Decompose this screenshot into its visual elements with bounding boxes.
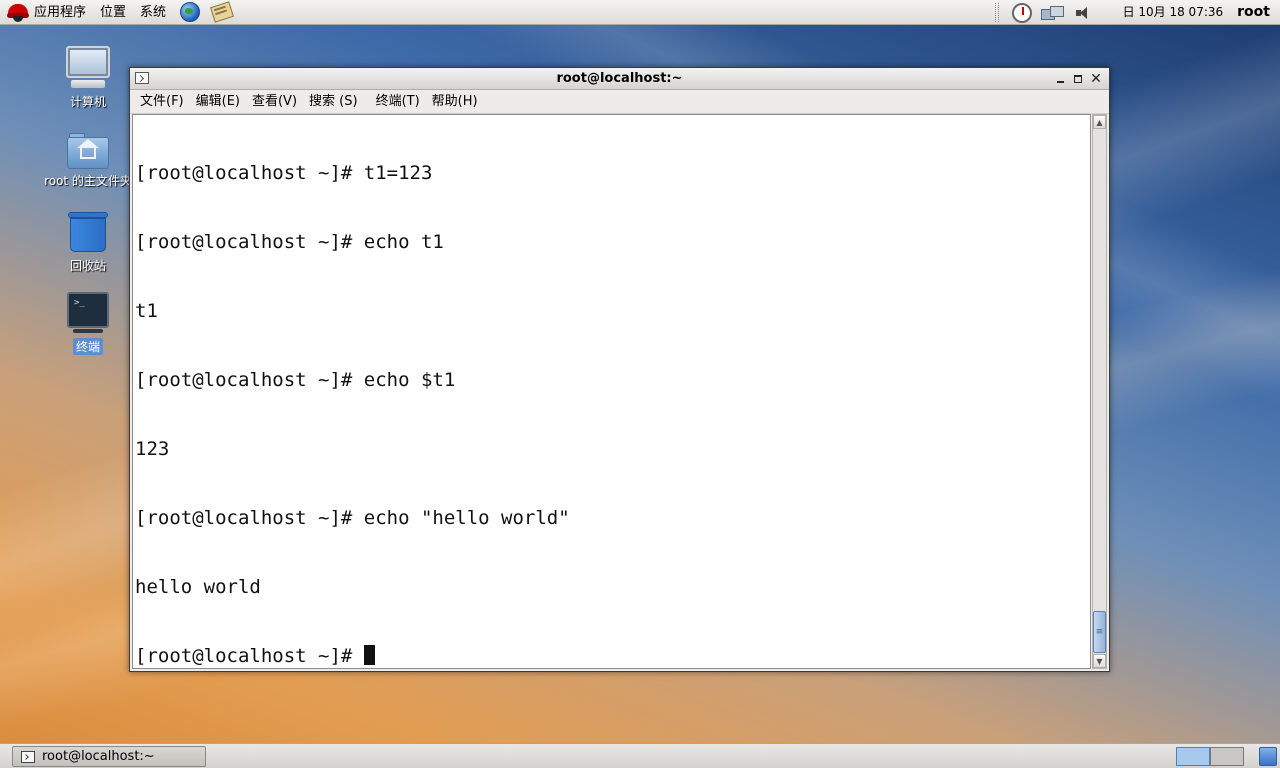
terminal-line: [root@localhost ~]# t1=123 (135, 162, 433, 184)
menu-help[interactable]: 帮助(H) (426, 90, 484, 114)
desktop-icon-terminal[interactable]: 终端 (40, 292, 136, 359)
terminal-icon (21, 750, 35, 763)
chevron-up-icon: ▲ (1096, 117, 1103, 127)
main-menu-group: 应用程序 位置 系统 (0, 0, 238, 25)
bottom-panel: root@localhost:~ (0, 743, 1280, 768)
system-tray: 日 10月 18 07:36 root (994, 0, 1280, 25)
menu-places[interactable]: 位置 (94, 0, 134, 25)
menu-system[interactable]: 系统 (134, 0, 174, 25)
minimize-button[interactable] (1051, 70, 1069, 88)
close-button[interactable]: ✕ (1087, 70, 1105, 88)
mail-launcher[interactable] (210, 1, 235, 23)
workspace-1[interactable] (1176, 747, 1210, 766)
close-icon: ✕ (1090, 71, 1102, 87)
terminal-output[interactable]: [root@localhost ~]# t1=123 [root@localho… (132, 114, 1091, 669)
home-folder-icon (67, 133, 109, 169)
redhat-logo-icon[interactable] (7, 1, 29, 23)
workspace-switcher (1176, 747, 1244, 766)
volume-control[interactable] (1071, 2, 1093, 24)
desktop-label-terminal: 终端 (72, 338, 103, 355)
menu-terminal[interactable]: 终端(T) (370, 90, 426, 114)
network-status[interactable] (1040, 2, 1064, 24)
maximize-icon (1074, 75, 1082, 83)
tray-drag-handle[interactable] (994, 3, 999, 22)
text-cursor (363, 645, 375, 665)
window-controls: ✕ (1051, 68, 1105, 90)
desktop-icon-home[interactable]: root 的主文件夹 (40, 133, 136, 189)
mail-icon (210, 1, 235, 23)
workspace-2[interactable] (1210, 747, 1244, 766)
desktop-label-home: root 的主文件夹 (44, 174, 132, 188)
minimize-icon (1056, 81, 1064, 83)
taskbar-window-button[interactable]: root@localhost:~ (12, 746, 206, 767)
top-panel: 应用程序 位置 系统 日 10月 18 07:36 root (0, 0, 1280, 25)
terminal-line: [root@localhost ~]# echo "hello world" (135, 507, 570, 529)
trash-icon (68, 212, 108, 254)
grip-icon: ≡ (1095, 627, 1104, 637)
scroll-up-button[interactable]: ▲ (1093, 115, 1106, 129)
menu-view[interactable]: 查看(V) (246, 90, 303, 114)
terminal-icon (67, 292, 109, 333)
menu-applications[interactable]: 应用程序 (29, 0, 94, 25)
desktop-label-computer: 计算机 (69, 95, 106, 109)
web-browser-launcher[interactable] (178, 1, 202, 23)
chevron-down-icon: ▼ (1096, 656, 1103, 666)
menu-file[interactable]: 文件(F) (134, 90, 190, 114)
terminal-prompt-line: [root@localhost ~]# (135, 645, 1088, 668)
computer-icon (65, 46, 111, 90)
menu-search[interactable]: 搜索 (S) (303, 90, 364, 114)
terminal-prompt: [root@localhost ~]# (135, 645, 364, 667)
desktop-icon-trash[interactable]: 回收站 (40, 212, 136, 274)
globe-icon (180, 2, 201, 22)
desktop-icon-computer[interactable]: 计算机 (40, 46, 136, 110)
terminal-line: hello world (135, 576, 261, 598)
scroll-thumb[interactable]: ≡ (1093, 611, 1106, 653)
terminal-line: 123 (135, 438, 170, 460)
window-menubar: 文件(F) 编辑(E) 查看(V) 搜索 (S) 终端(T) 帮助(H) (130, 90, 1109, 114)
terminal-line: t1 (135, 300, 158, 322)
gauge-icon (1011, 2, 1032, 23)
window-titlebar[interactable]: root@localhost:~ ✕ (130, 68, 1109, 90)
menu-edit[interactable]: 编辑(E) (190, 90, 246, 114)
network-icon (1040, 5, 1064, 20)
speaker-icon (1074, 5, 1090, 21)
terminal-window[interactable]: root@localhost:~ ✕ 文件(F) 编辑(E) 查看(V) 搜索 … (129, 67, 1110, 672)
terminal-scrollbar[interactable]: ▲ ≡ ▼ (1092, 114, 1107, 669)
show-desktop-button[interactable] (1259, 747, 1277, 766)
update-notifier[interactable] (1011, 2, 1033, 24)
desktop-label-trash: 回收站 (69, 259, 106, 273)
user-menu[interactable]: root (1237, 0, 1270, 25)
window-title: root@localhost:~ (556, 71, 683, 86)
maximize-button[interactable] (1069, 70, 1087, 88)
terminal-line: [root@localhost ~]# echo t1 (135, 231, 444, 253)
taskbar-window-label: root@localhost:~ (42, 749, 155, 764)
terminal-line: [root@localhost ~]# echo $t1 (135, 369, 456, 391)
scroll-down-button[interactable]: ▼ (1093, 654, 1106, 668)
clock[interactable]: 日 10月 18 07:36 (1123, 0, 1224, 25)
